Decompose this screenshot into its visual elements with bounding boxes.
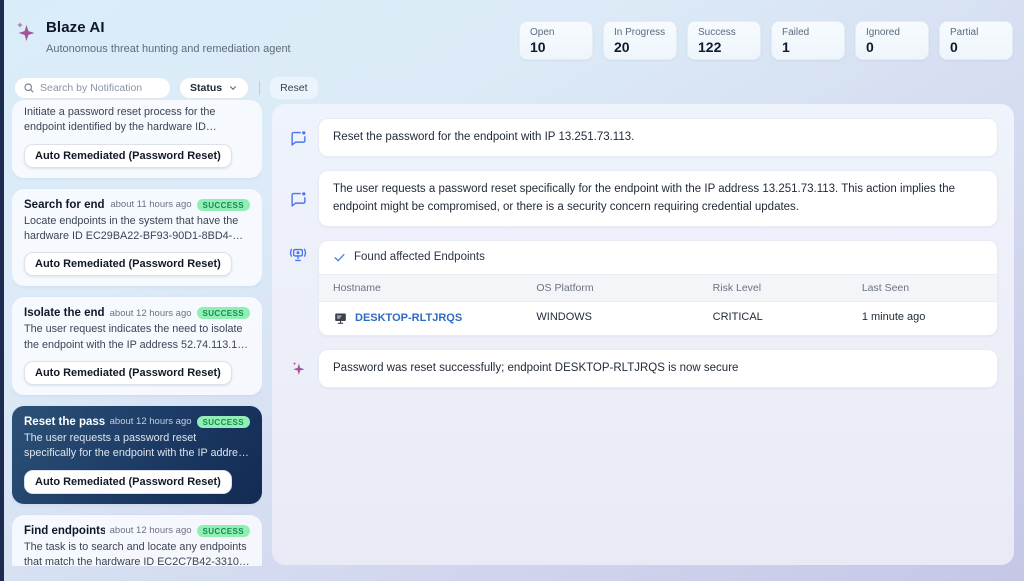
status-badge: SUCCESS	[196, 415, 250, 428]
stat-label: Failed	[782, 27, 810, 38]
endpoints-row: Found affected Endpoints Hostname OS Pla…	[288, 239, 998, 336]
stat-card-ignored: Ignored 0	[855, 21, 929, 60]
stat-value: 122	[698, 39, 722, 55]
column-header-hostname: Hostname	[333, 281, 381, 294]
stat-card-in-progress: In Progress 20	[603, 21, 677, 60]
notification-body: Initiate a password reset process for th…	[24, 106, 216, 134]
stat-card-open: Open 10	[519, 21, 593, 60]
notification-title: Reset the password for t...	[24, 415, 105, 428]
filter-divider	[259, 81, 261, 95]
filter-bar: Status Reset	[14, 77, 318, 99]
notification-body: Locate endpoints in the system that have…	[24, 214, 239, 242]
message-card: Reset the password for the endpoint with…	[318, 118, 998, 158]
app-header: Blaze AI Autonomous threat hunting and r…	[14, 19, 291, 55]
stat-card-partial: Partial 0	[939, 21, 1013, 60]
reset-filters-button[interactable]: Reset	[270, 77, 318, 99]
left-edge-strip	[0, 0, 4, 581]
monitor-icon	[333, 311, 348, 326]
app-subtitle: Autonomous threat hunting and remediatio…	[46, 43, 291, 55]
notification-body: The task is to search and locate any end…	[24, 540, 247, 566]
column-header-last-seen: Last Seen	[861, 281, 910, 294]
stat-card-success: Success 122	[687, 21, 761, 60]
notification-title: Isolate the endpoint with...	[24, 307, 105, 320]
message-square-icon	[288, 190, 308, 207]
stat-label: Open	[530, 27, 555, 38]
message-square-icon	[288, 129, 308, 146]
status-dropdown[interactable]: Status	[179, 77, 250, 99]
notification-title: Search for endpoints wit...	[24, 198, 105, 211]
notification-time: about 12 hours ago	[109, 416, 192, 428]
endpoints-title: Found affected Endpoints	[354, 251, 485, 264]
notification-card[interactable]: Isolate the endpoint with... about 12 ho…	[12, 297, 262, 395]
risk-level-cell: CRITICAL	[712, 310, 763, 323]
stat-label: Ignored	[866, 27, 900, 38]
status-badge: SUCCESS	[196, 307, 250, 320]
notification-title: Find endpoints with spe...	[24, 524, 105, 537]
notification-time: about 12 hours ago	[109, 525, 192, 537]
stat-label: Partial	[950, 27, 979, 38]
notification-card[interactable]: Search for endpoints wit... about 11 hou…	[12, 188, 262, 287]
status-badge: SUCCESS	[196, 524, 250, 537]
stat-value: 0	[950, 39, 958, 55]
message-card: The user requests a password reset speci…	[318, 170, 998, 227]
column-header-risk-level: Risk Level	[712, 281, 762, 294]
endpoints-table-header: Hostname OS Platform Risk Level Last See…	[319, 273, 997, 302]
notification-body: The user requests a password reset speci…	[24, 431, 249, 460]
message-row: Reset the password for the endpoint with…	[288, 118, 998, 158]
detail-panel: Reset the password for the endpoint with…	[272, 104, 1014, 565]
result-row: Password was reset successfully; endpoin…	[288, 348, 998, 388]
notification-body: The user request indicates the need to i…	[24, 323, 250, 351]
stat-value: 0	[866, 39, 874, 55]
result-card: Password was reset successfully; endpoin…	[318, 348, 998, 388]
column-header-os-platform: OS Platform	[536, 281, 594, 294]
status-badge: SUCCESS	[196, 198, 250, 211]
check-icon	[333, 251, 346, 264]
notification-time: about 12 hours ago	[109, 307, 192, 319]
os-platform-cell: WINDOWS	[536, 310, 592, 323]
notification-card[interactable]: Find endpoints with spe... about 12 hour…	[12, 514, 262, 566]
sparkle-icon	[288, 360, 308, 377]
stats-row: Open 10 In Progress 20 Success 122 Faile…	[519, 21, 1013, 60]
chevron-down-icon	[228, 83, 238, 93]
search-box[interactable]	[14, 77, 171, 99]
notification-time: about 11 hours ago	[110, 199, 192, 211]
search-icon	[23, 82, 35, 94]
status-dropdown-label: Status	[190, 82, 223, 94]
hostname-cell: DESKTOP-RLTJRQS	[319, 302, 522, 335]
stat-label: Success	[698, 27, 736, 38]
auto-remediated-button[interactable]: Auto Remediated (Password Reset)	[24, 252, 232, 277]
stat-value: 10	[530, 39, 546, 55]
stat-card-failed: Failed 1	[771, 21, 845, 60]
endpoints-card: Found affected Endpoints Hostname OS Pla…	[318, 239, 998, 336]
last-seen-cell: 1 minute ago	[861, 310, 926, 323]
stat-label: In Progress	[614, 27, 666, 38]
hostname-link[interactable]: DESKTOP-RLTJRQS	[355, 312, 462, 324]
monitor-scan-icon	[288, 246, 308, 264]
app-title: Blaze AI	[46, 19, 105, 36]
message-row: The user requests a password reset speci…	[288, 170, 998, 227]
search-input[interactable]	[40, 82, 162, 94]
notification-list: Initiate a password reset process for th…	[12, 100, 262, 566]
auto-remediated-button[interactable]: Auto Remediated (Password Reset)	[24, 469, 232, 494]
auto-remediated-button[interactable]: Auto Remediated (Password Reset)	[24, 360, 232, 385]
stat-value: 20	[614, 39, 630, 55]
endpoint-row: DESKTOP-RLTJRQS WINDOWS CRITICAL 1 minut…	[319, 302, 997, 335]
endpoints-table: Hostname OS Platform Risk Level Last See…	[319, 273, 997, 335]
notification-card[interactable]: Initiate a password reset process for th…	[12, 100, 262, 178]
notification-card-selected[interactable]: Reset the password for t... about 12 hou…	[12, 405, 262, 504]
auto-remediated-button[interactable]: Auto Remediated (Password Reset)	[24, 143, 232, 168]
app-logo-sparkle-icon	[14, 20, 38, 44]
stat-value: 1	[782, 39, 790, 55]
